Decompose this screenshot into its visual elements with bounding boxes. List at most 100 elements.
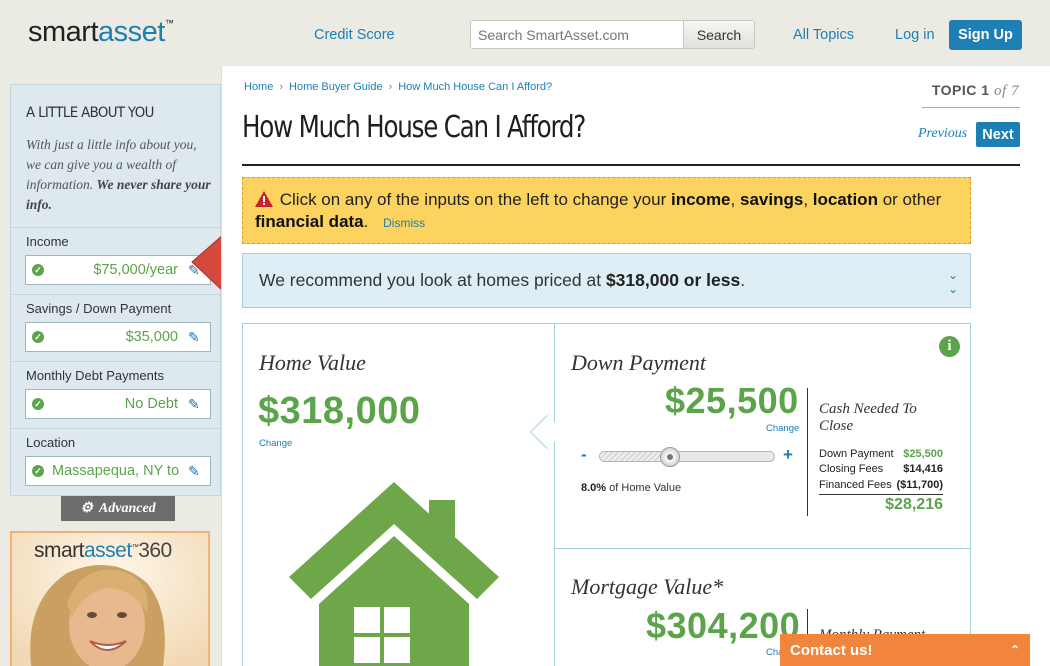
alert-bold-location: location [812,190,878,209]
field-value: $35,000 [125,329,178,345]
check-icon: ✓ [32,465,44,477]
breadcrumb-home[interactable]: Home [244,81,273,93]
percent-label: of Home Value [609,482,682,494]
down-payment-change-link[interactable]: Change [766,423,799,434]
alert-bold-savings: savings [740,190,804,209]
cash-row-value: $25,500 [903,448,943,460]
mortgage-value-amount: $304,200 [646,605,801,646]
double-chevron-down-icon[interactable]: ⌄ ⌄ [948,268,958,296]
house-icon [289,482,499,666]
check-icon: ✓ [32,264,44,276]
slider-plus-button[interactable]: + [783,445,793,465]
field-label: Income [26,234,69,249]
recommend-text: We recommend you look at homes priced at… [259,270,745,291]
field-income: Income ✓ $75,000/year ✎ [11,227,220,294]
check-icon: ✓ [32,398,44,410]
breadcrumb: Home › Home Buyer Guide › How Much House… [244,81,552,93]
home-value-amount: $318,000 [258,390,421,432]
field-label: Location [26,435,76,450]
pencil-icon[interactable]: ✎ [188,329,202,346]
search-input[interactable] [471,21,683,48]
cash-row-closing-fees: Closing Fees $14,416 [819,463,943,475]
recommend-amount: $318,000 or less [605,270,741,290]
promo-logo-360: 360 [138,539,172,562]
sidebar-heading: A LITTLE ABOUT YOU [26,105,154,121]
home-value-card: Home Value $318,000 Change [243,324,555,666]
smartasset-360-promo[interactable]: smartasset™360 [10,531,210,666]
signup-button[interactable]: Sign Up [949,20,1022,50]
cash-row-financed-fees: Financed Fees ($11,700) [819,479,943,491]
field-value: Massapequa, NY to [52,463,180,479]
vertical-divider [807,388,808,516]
cash-row-down-payment: Down Payment $25,500 [819,448,943,460]
recommend-suffix: . [740,270,746,290]
topic-indicator: TOPIC 1 of 7 [932,82,1019,100]
percent-of-home-value: 8.0% of Home Value [581,482,681,494]
down-payment-slider[interactable] [599,447,775,467]
gears-icon: ⚙ [80,501,93,516]
contact-us-label: Contact us! [790,641,873,659]
cash-row-value: ($11,700) [896,479,943,491]
alert-bold-financial: financial data [255,212,364,231]
check-icon: ✓ [32,331,44,343]
search-button[interactable]: Search [683,21,754,48]
cash-row-label: Down Payment [819,448,894,460]
search-form: Search [470,20,755,49]
cash-row-label: Financed Fees [819,479,892,491]
cash-total-rule [819,494,943,495]
cash-needed-title: Cash Needed To Close [819,401,917,434]
logo-tm: ™ [164,18,174,28]
nav-all-topics[interactable]: All Topics [793,27,854,43]
field-label: Savings / Down Payment [26,301,172,316]
breadcrumb-current[interactable]: How Much House Can I Afford? [398,81,552,93]
topic-divider [922,107,1020,108]
promo-logo-smart: smart [34,539,85,562]
advanced-button[interactable]: ⚙ Advanced [61,496,175,521]
monthly-debt-input[interactable]: ✓ No Debt ✎ [25,389,211,419]
home-value-change-link[interactable]: Change [259,438,292,449]
alert-text: , [730,190,736,209]
pencil-icon[interactable]: ✎ [188,463,202,480]
chevron-right-icon: › [279,81,284,93]
pencil-icon[interactable]: ✎ [188,396,202,413]
recommendation-banner[interactable]: We recommend you look at homes priced at… [242,253,971,308]
field-value: No Debt [124,396,178,412]
slider-minus-button[interactable]: - [581,445,587,465]
logo-smart-text: smart [28,16,99,48]
contact-us-tab[interactable]: Contact us! ⌃ [780,634,1030,666]
main-content: Home › Home Buyer Guide › How Much House… [221,66,1050,666]
nav-credit-score[interactable]: Credit Score [314,27,395,43]
previous-link[interactable]: Previous [918,126,967,142]
advanced-label: Advanced [98,500,156,516]
alert-text: Click on any of the inputs on the left t… [279,190,667,209]
field-monthly-debt: Monthly Debt Payments ✓ No Debt ✎ [11,361,220,428]
slider-handle[interactable] [660,447,681,467]
topic-current: 1 [981,82,990,98]
cash-row-label: Closing Fees [819,463,884,475]
field-savings: Savings / Down Payment ✓ $35,000 ✎ [11,294,220,361]
cash-row-value: $14,416 [903,463,943,475]
income-input[interactable]: ✓ $75,000/year ✎ [25,255,211,285]
breadcrumb-home-buyer-guide[interactable]: Home Buyer Guide [289,81,383,93]
sidebar-description: With just a little info about you, we ca… [26,135,211,215]
alert-text: , [803,190,809,209]
nav-login[interactable]: Log in [895,27,935,43]
down-payment-amount: $25,500 [665,380,799,421]
home-value-title: Home Value [259,350,366,375]
dismiss-link[interactable]: Dismiss [383,216,425,230]
results-cards: Home Value $318,000 Change i Down Paymen… [242,323,971,666]
savings-input[interactable]: ✓ $35,000 ✎ [25,322,211,352]
warning-icon [255,191,273,207]
site-header: smartasset™ Credit Score Search All Topi… [0,0,1050,66]
mortgage-value-title: Mortgage Value* [571,574,724,599]
info-icon[interactable]: i [939,336,960,357]
topic-total: 7 [1011,83,1019,99]
smartasset-logo[interactable]: smartasset™ [28,16,174,49]
instruction-alert: Click on any of the inputs on the left t… [242,177,971,244]
field-label: Monthly Debt Payments [26,368,165,383]
topic-label: TOPIC [931,82,977,98]
alert-text: . [363,212,369,231]
alert-bold-income: income [671,190,731,209]
next-button[interactable]: Next [976,122,1020,147]
location-input[interactable]: ✓ Massapequa, NY to ✎ [25,456,211,486]
